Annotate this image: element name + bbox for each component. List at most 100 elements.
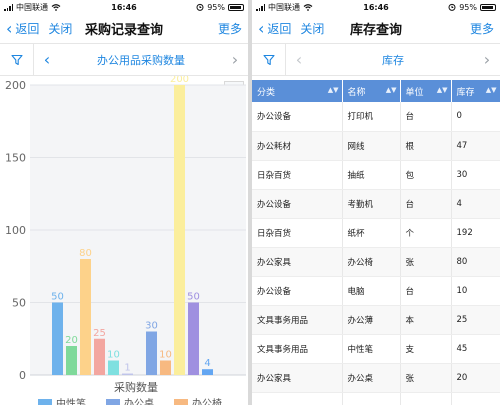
- table-cell: 办公家具: [252, 363, 343, 393]
- inventory-table: 分类 ▲▼ 名称 ▲▼ 单位 ▲▼ 库存 ▲▼ 办公设备 打印机台 0 办公耗材 网线根 47 日杂…: [252, 80, 500, 405]
- table-cell: 中性笔: [342, 334, 401, 364]
- table-cell: 办公桌: [342, 363, 401, 393]
- table-cell: 办公家具: [252, 247, 343, 277]
- purchase-bar-chart: 050100150200502080251013010200504采购数量中性笔…: [5, 76, 246, 405]
- table-row[interactable]: 文具事务用品 中性笔支 45: [252, 334, 500, 364]
- next-chart-button[interactable]: ›: [222, 50, 248, 69]
- data-label: 25: [93, 328, 106, 339]
- legend-swatch: [38, 399, 52, 405]
- back-button[interactable]: 返回: [15, 20, 39, 37]
- next-table-button[interactable]: ›: [474, 50, 500, 69]
- y-tick-label: 0: [19, 369, 26, 382]
- bar: [66, 346, 77, 375]
- table-cell: 192: [451, 218, 500, 248]
- more-button[interactable]: 更多: [470, 20, 494, 37]
- table-cell: 80: [451, 247, 500, 277]
- table-row[interactable]: 日杂百货 纸杯个 192: [252, 218, 500, 248]
- table-cell: 4: [451, 189, 500, 219]
- table-row[interactable]: 日杂百货 抽纸包 30: [252, 160, 500, 190]
- x-axis-label: 采购数量: [114, 380, 158, 394]
- table-row[interactable]: 办公家具 办公桌张 20: [252, 363, 500, 393]
- data-label: 50: [51, 292, 64, 303]
- table-cell: 网线: [342, 131, 401, 161]
- column-header-name[interactable]: 名称 ▲▼: [342, 80, 401, 102]
- close-button[interactable]: 关闭: [300, 20, 324, 37]
- table-cell: 办公耗材: [252, 131, 343, 161]
- table-cell: 25: [451, 305, 500, 335]
- alarm-icon: [196, 3, 204, 11]
- table-cell: 47: [451, 131, 500, 161]
- bar: [108, 360, 119, 375]
- back-chevron-icon[interactable]: ‹: [6, 20, 12, 37]
- table-cell: 文具事务用品: [252, 305, 343, 335]
- bar: [146, 331, 157, 375]
- table-cell: 文具事务用品: [252, 334, 343, 364]
- table-row[interactable]: 办公设备 考勤机台 4: [252, 189, 500, 219]
- table-row[interactable]: 办公耗材 网线根 47: [252, 131, 500, 161]
- legend-swatch: [106, 399, 120, 405]
- bar: [52, 302, 63, 375]
- table-cell: [342, 392, 401, 405]
- table-cell: 台: [400, 189, 452, 219]
- table-cell: 考勤机: [342, 189, 401, 219]
- status-bar: 中国联通 16:46 95%: [0, 0, 248, 14]
- legend-swatch: [174, 399, 188, 405]
- wifi-icon: [51, 3, 61, 11]
- data-label: 10: [159, 350, 172, 361]
- sort-icon: ▲▼: [485, 86, 497, 94]
- table-cell: 个: [400, 218, 452, 248]
- table-cell: 台: [400, 102, 452, 132]
- table-cell: 张: [400, 247, 452, 277]
- table-row[interactable]: [252, 392, 500, 405]
- battery-percent: 95%: [459, 2, 477, 12]
- bar: [202, 369, 213, 375]
- bar: [94, 338, 105, 375]
- prev-table-button[interactable]: ‹: [286, 50, 312, 69]
- nav-bar: ‹ 返回 关闭 库存查询 更多: [252, 14, 500, 44]
- y-tick-label: 100: [5, 224, 26, 237]
- table-cell: 张: [400, 363, 452, 393]
- sort-icon: ▲▼: [327, 86, 339, 94]
- table-cell: [252, 392, 343, 405]
- carrier: 中国联通: [4, 2, 61, 13]
- table-cell: 30: [451, 160, 500, 190]
- table-row[interactable]: 办公设备 打印机台 0: [252, 102, 500, 132]
- table-cell: 抽纸: [342, 160, 401, 190]
- more-button[interactable]: 更多: [218, 20, 242, 37]
- table-row[interactable]: 办公家具 办公椅张 80: [252, 247, 500, 277]
- filter-icon[interactable]: [0, 43, 34, 76]
- column-header-unit[interactable]: 单位 ▲▼: [400, 80, 452, 102]
- close-button[interactable]: 关闭: [48, 20, 72, 37]
- bar: [122, 373, 133, 375]
- y-tick-label: 150: [5, 152, 26, 165]
- table-cell: 0: [451, 102, 500, 132]
- legend-label: 办公椅: [192, 397, 222, 405]
- bar: [174, 85, 185, 375]
- legend-label: 办公桌: [124, 397, 154, 405]
- table-row[interactable]: 文具事务用品 办公薄本 25: [252, 305, 500, 335]
- column-header-category[interactable]: 分类 ▲▼: [252, 80, 343, 102]
- table-cell: [400, 392, 452, 405]
- table-row[interactable]: 办公设备 电脑台 10: [252, 276, 500, 306]
- table-cell: 办公椅: [342, 247, 401, 277]
- table-toolbar: ‹ 库存 ›: [252, 43, 500, 76]
- alarm-icon: [448, 3, 456, 11]
- data-label: 10: [107, 350, 120, 361]
- bar: [160, 360, 171, 375]
- battery-percent: 95%: [207, 2, 225, 12]
- back-button[interactable]: 返回: [267, 20, 291, 37]
- table-cell: 45: [451, 334, 500, 364]
- table-cell: 20: [451, 363, 500, 393]
- column-header-stock[interactable]: 库存 ▲▼: [451, 80, 500, 102]
- table-cell: 10: [451, 276, 500, 306]
- table-title: 库存: [382, 53, 404, 67]
- wifi-icon: [303, 3, 313, 11]
- filter-icon[interactable]: [252, 43, 286, 76]
- legend-label: 中性笔: [56, 397, 86, 405]
- back-chevron-icon[interactable]: ‹: [258, 20, 264, 37]
- table-cell: 打印机: [342, 102, 401, 132]
- table-cell: 办公设备: [252, 189, 343, 219]
- data-label: 200: [170, 76, 189, 85]
- table-cell: 纸杯: [342, 218, 401, 248]
- prev-chart-button[interactable]: ‹: [34, 50, 60, 69]
